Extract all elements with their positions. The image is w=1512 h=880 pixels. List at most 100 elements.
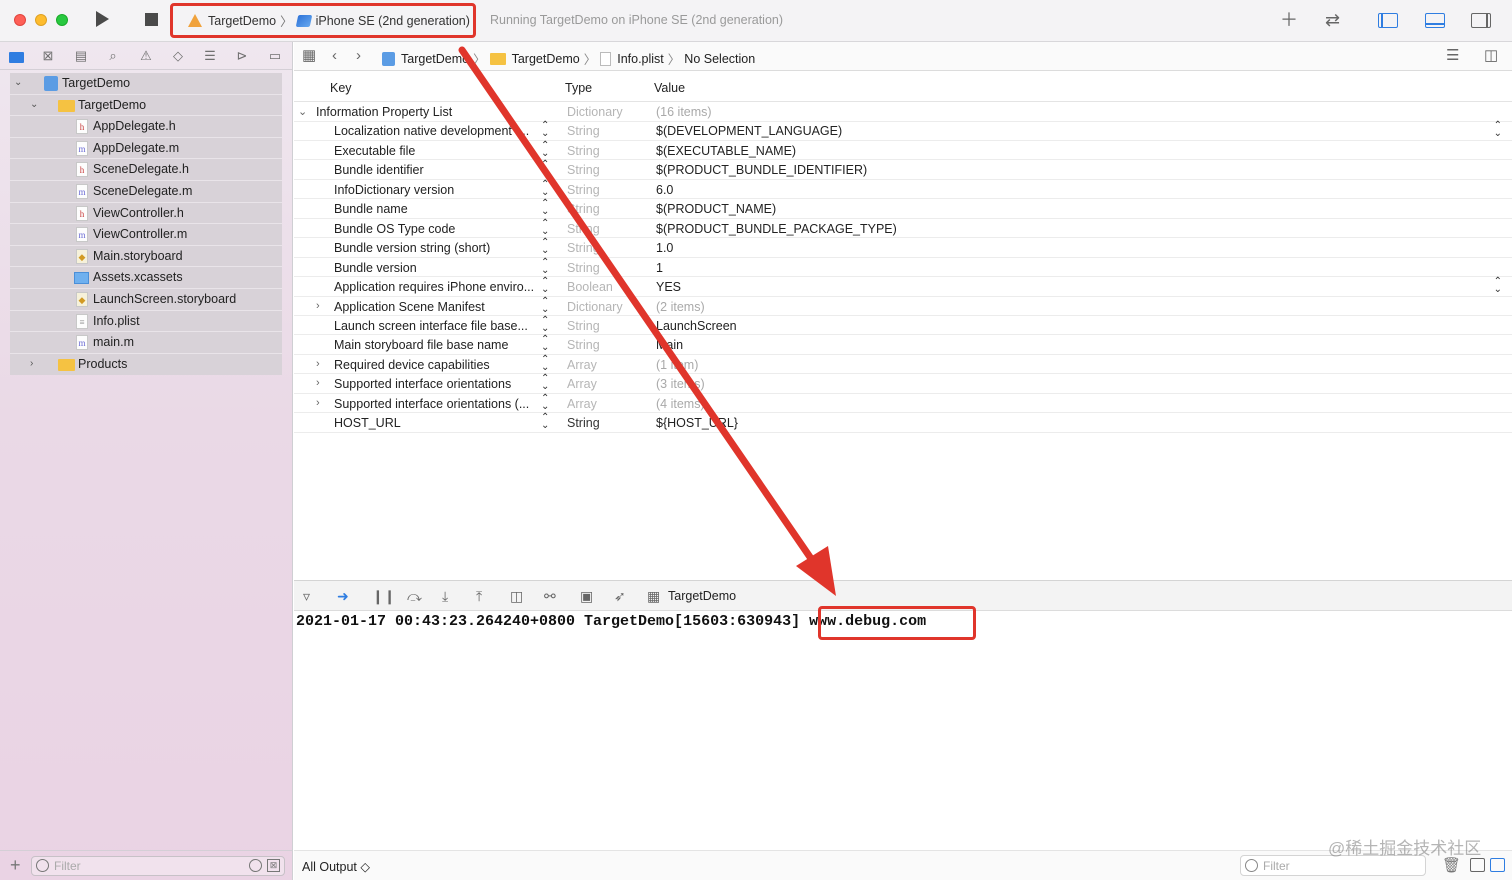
run-icon[interactable] — [96, 11, 109, 27]
plist-value[interactable]: $(PRODUCT_BUNDLE_PACKAGE_TYPE) — [656, 222, 897, 236]
key-stepper-icon[interactable]: ⌃ ⌄ — [541, 315, 549, 333]
source-control-filter-icon[interactable]: ⊠ — [267, 859, 280, 872]
plist-row[interactable]: Bundle OS Type code ⌃ ⌄ String $(PRODUCT_BUN… — [294, 218, 1512, 239]
plist-key[interactable]: Launch screen interface file base... — [334, 319, 539, 333]
chevron-right-icon[interactable]: › — [316, 358, 320, 370]
chevron-right-icon[interactable]: › — [316, 300, 320, 312]
key-stepper-icon[interactable]: ⌃ ⌄ — [541, 179, 549, 197]
plist-key[interactable]: Information Property List — [316, 105, 556, 119]
plist-row[interactable]: Localization native development r... ⌃ ⌄ St… — [294, 121, 1512, 141]
plus-icon[interactable]: ＋ — [1280, 10, 1298, 30]
plist-type[interactable]: String — [567, 124, 600, 138]
step-out-icon[interactable]: ⤒ — [476, 588, 482, 604]
plist-type[interactable]: String — [567, 338, 600, 352]
plist-row[interactable]: Application requires iPhone enviro... ⌃ ⌄ B… — [294, 277, 1512, 297]
plist-value[interactable]: $(DEVELOPMENT_LANGUAGE) — [656, 124, 842, 138]
key-stepper-icon[interactable]: ⌃ ⌄ — [541, 199, 549, 217]
plist-type[interactable]: String — [567, 163, 600, 177]
plist-key[interactable]: HOST_URL — [334, 416, 539, 430]
swap-arrows-icon[interactable]: ⇄ — [1325, 10, 1340, 30]
view-debugger-icon[interactable]: ◫ — [510, 588, 523, 604]
plist-type[interactable]: Array — [567, 397, 597, 411]
plist-row[interactable]: › Supported interface orientations (... ⌃ ⌄… — [294, 393, 1512, 414]
plist-type[interactable]: Boolean — [567, 280, 613, 294]
chevron-right-icon[interactable]: › — [30, 358, 33, 369]
plist-key[interactable]: Bundle name — [334, 202, 539, 216]
tree-row-group[interactable]: ⌄ TargetDemo — [10, 95, 282, 117]
plist-type[interactable]: String — [567, 202, 600, 216]
plist-row[interactable]: › Required device capabilities ⌃ ⌄ Array (1 i… — [294, 354, 1512, 375]
search-icon[interactable]: ⌕ — [104, 47, 122, 65]
close-window-button[interactable] — [14, 14, 26, 26]
plist-key[interactable]: Bundle OS Type code — [334, 222, 539, 236]
recent-files-icon[interactable] — [249, 859, 262, 872]
breakpoints-toggle-icon[interactable]: ➜ — [337, 588, 349, 604]
plist-value[interactable]: ${HOST_URL} — [656, 416, 738, 430]
key-stepper-icon[interactable]: ⌃ ⌄ — [541, 218, 549, 236]
plist-value[interactable]: Main — [656, 338, 683, 352]
plist-key[interactable]: InfoDictionary version — [334, 183, 539, 197]
breadcrumb-item[interactable]: No Selection — [684, 52, 755, 66]
plist-type[interactable]: Dictionary — [567, 300, 623, 314]
toggle-debug-area-icon[interactable] — [1425, 13, 1445, 28]
breadcrumb-item[interactable]: TargetDemo — [512, 52, 580, 66]
plist-row[interactable]: Executable file ⌃ ⌄ String $(EXECUTABLE_NAME… — [294, 140, 1512, 161]
plist-type[interactable]: String — [567, 183, 600, 197]
plist-type[interactable]: String — [567, 222, 600, 236]
plist-row[interactable]: Bundle version string (short) ⌃ ⌄ String 1.0 — [294, 238, 1512, 258]
plist-type[interactable]: String — [567, 261, 600, 275]
step-into-icon[interactable]: ⤓ — [442, 588, 448, 604]
tree-row-file[interactable]: m ViewController.m — [10, 224, 282, 246]
breakpoint-icon[interactable]: ⊳ — [233, 47, 251, 65]
value-stepper-icon[interactable]: ⌃ ⌄ — [1494, 121, 1502, 139]
column-header-type[interactable]: Type — [565, 81, 592, 95]
plist-row[interactable]: › Supported interface orientations ⌃ ⌄ Array… — [294, 374, 1512, 394]
plist-value[interactable]: 1 — [656, 261, 663, 275]
key-stepper-icon[interactable]: ⌃ ⌄ — [541, 140, 549, 158]
memory-graph-icon[interactable]: ⚯ — [544, 588, 556, 604]
breadcrumb-item[interactable]: Info.plist — [617, 52, 664, 66]
tree-row-file[interactable]: m SceneDelegate.m — [10, 181, 282, 203]
plist-root-row[interactable]: ⌄ Information Property List Dictionary (16 … — [294, 102, 1512, 122]
chevron-left-icon[interactable]: ‹ — [332, 48, 337, 64]
tree-row-project[interactable]: ⌄ TargetDemo — [10, 73, 282, 95]
warning-icon[interactable]: ⚠ — [137, 47, 155, 65]
source-control-icon[interactable]: ⊠ — [39, 47, 57, 65]
toggle-navigator-icon[interactable] — [1378, 13, 1398, 28]
pause-icon[interactable]: ❙❙ — [372, 588, 395, 604]
plist-row[interactable]: Bundle version ⌃ ⌄ String 1 — [294, 257, 1512, 278]
plist-type[interactable]: String — [567, 416, 600, 430]
chevron-down-icon[interactable]: ⌄ — [14, 77, 22, 88]
test-icon[interactable]: ◇ — [169, 47, 187, 65]
tree-row-file[interactable]: ◆ Main.storyboard — [10, 246, 282, 268]
key-stepper-icon[interactable]: ⌃ ⌄ — [541, 277, 549, 295]
key-stepper-icon[interactable]: ⌃ ⌄ — [541, 335, 549, 353]
key-stepper-icon[interactable]: ⌃ ⌄ — [541, 296, 549, 314]
step-over-icon[interactable]: ⤼ — [407, 588, 422, 604]
plist-type[interactable]: String — [567, 241, 600, 255]
navigator-filter-field[interactable]: Filter ⊠ — [31, 856, 285, 876]
tree-row-group[interactable]: › Products — [10, 354, 282, 376]
tree-row-file[interactable]: h AppDelegate.h — [10, 116, 282, 138]
plist-row[interactable]: Bundle name ⌃ ⌄ String $(PRODUCT_NAME) — [294, 199, 1512, 219]
plist-type[interactable]: String — [567, 144, 600, 158]
plist-value[interactable]: $(PRODUCT_NAME) — [656, 202, 776, 216]
tree-row-file[interactable]: m main.m — [10, 332, 282, 354]
debug-icon[interactable]: ☰ — [201, 47, 219, 65]
toggle-inspector-icon[interactable] — [1471, 13, 1491, 28]
key-stepper-icon[interactable]: ⌃ ⌄ — [541, 354, 549, 372]
column-header-value[interactable]: Value — [654, 81, 685, 95]
plist-key[interactable]: Supported interface orientations (... — [334, 397, 539, 411]
plist-key[interactable]: Application requires iPhone enviro... — [334, 280, 539, 294]
report-icon[interactable]: ▭ — [266, 47, 284, 65]
scheme-selector[interactable]: TargetDemo 〉 iPhone SE (2nd generation) — [170, 3, 476, 38]
plist-type[interactable]: Dictionary — [567, 105, 623, 119]
plist-key[interactable]: Executable file — [334, 144, 539, 158]
plist-type[interactable]: String — [567, 319, 600, 333]
key-stepper-icon[interactable]: ⌃ ⌄ — [541, 257, 549, 275]
value-stepper-icon[interactable]: ⌃ ⌄ — [1494, 277, 1502, 295]
chevron-down-icon[interactable]: ⌄ — [298, 105, 307, 118]
tree-row-file[interactable]: h ViewController.h — [10, 203, 282, 225]
plist-value[interactable]: $(PRODUCT_BUNDLE_IDENTIFIER) — [656, 163, 867, 177]
plist-key[interactable]: Required device capabilities — [334, 358, 539, 372]
